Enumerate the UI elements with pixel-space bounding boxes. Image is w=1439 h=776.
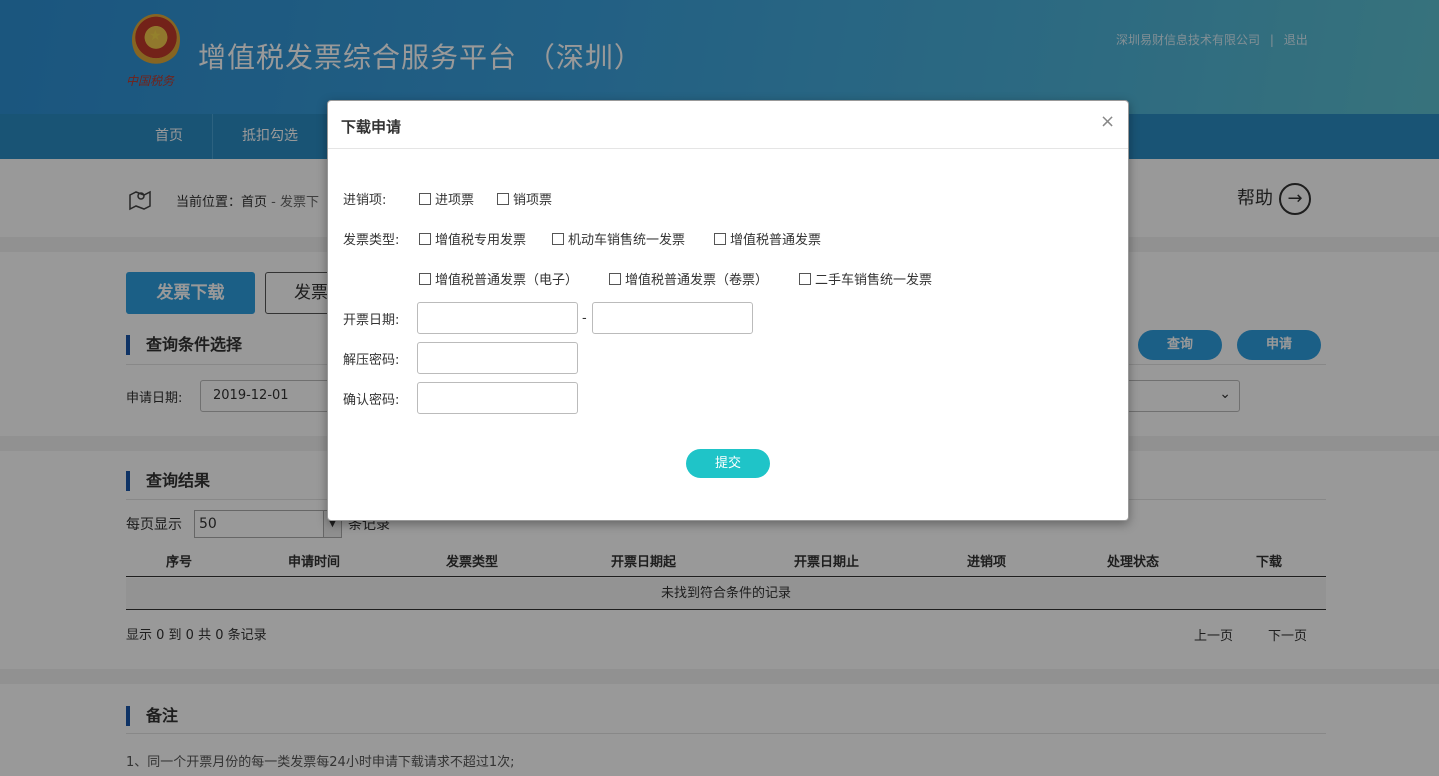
- checkbox-label: 二手车销售统一发票: [815, 273, 933, 288]
- checkbox-icon: [419, 233, 431, 245]
- checkbox-icon: [552, 233, 564, 245]
- confirm-password-input[interactable]: [417, 382, 578, 414]
- submit-button[interactable]: 提交: [686, 449, 770, 478]
- checkbox-label: 增值税专用发票: [435, 233, 527, 248]
- invoice-type-label: 发票类型:: [343, 233, 400, 248]
- invoice-date-label: 开票日期:: [343, 313, 400, 328]
- checkbox-vat-general-roll[interactable]: 增值税普通发票（卷票）: [609, 269, 768, 288]
- checkbox-icon: [419, 273, 431, 285]
- unzip-password-label: 解压密码:: [343, 353, 400, 368]
- dialog-header: 下载申请 ×: [328, 101, 1128, 149]
- checkbox-icon: [609, 273, 621, 285]
- dialog-title: 下载申请: [341, 118, 402, 136]
- checkbox-motor-vehicle[interactable]: 机动车销售统一发票: [552, 229, 685, 248]
- checkbox-icon: [497, 193, 509, 205]
- checkbox-input-invoice[interactable]: 进项票: [419, 189, 474, 208]
- checkbox-label: 销项票: [513, 193, 553, 208]
- checkbox-icon: [714, 233, 726, 245]
- checkbox-icon: [799, 273, 811, 285]
- checkbox-used-car[interactable]: 二手车销售统一发票: [799, 269, 932, 288]
- confirm-password-label: 确认密码:: [343, 393, 400, 408]
- checkbox-output-invoice[interactable]: 销项票: [497, 189, 552, 208]
- checkbox-label: 增值税普通发票: [730, 233, 822, 248]
- invoice-date-end-input[interactable]: [592, 302, 753, 334]
- checkbox-vat-special[interactable]: 增值税专用发票: [419, 229, 526, 248]
- checkbox-vat-general-electronic[interactable]: 增值税普通发票（电子）: [419, 269, 578, 288]
- close-icon[interactable]: ×: [1100, 111, 1115, 132]
- checkbox-label: 机动车销售统一发票: [568, 233, 686, 248]
- checkbox-label: 增值税普通发票（电子）: [435, 273, 579, 288]
- unzip-password-input[interactable]: [417, 342, 578, 374]
- checkbox-vat-general[interactable]: 增值税普通发票: [714, 229, 821, 248]
- date-range-separator: -: [582, 311, 587, 326]
- download-request-dialog: 下载申请 × 进销项: 进项票 销项票 发票类型: 增值税专用发票 机动车销售统…: [327, 100, 1129, 521]
- invoice-date-start-input[interactable]: [417, 302, 578, 334]
- checkbox-label: 增值税普通发票（卷票）: [625, 273, 769, 288]
- direction-label: 进销项:: [343, 193, 387, 208]
- checkbox-icon: [419, 193, 431, 205]
- checkbox-label: 进项票: [435, 193, 475, 208]
